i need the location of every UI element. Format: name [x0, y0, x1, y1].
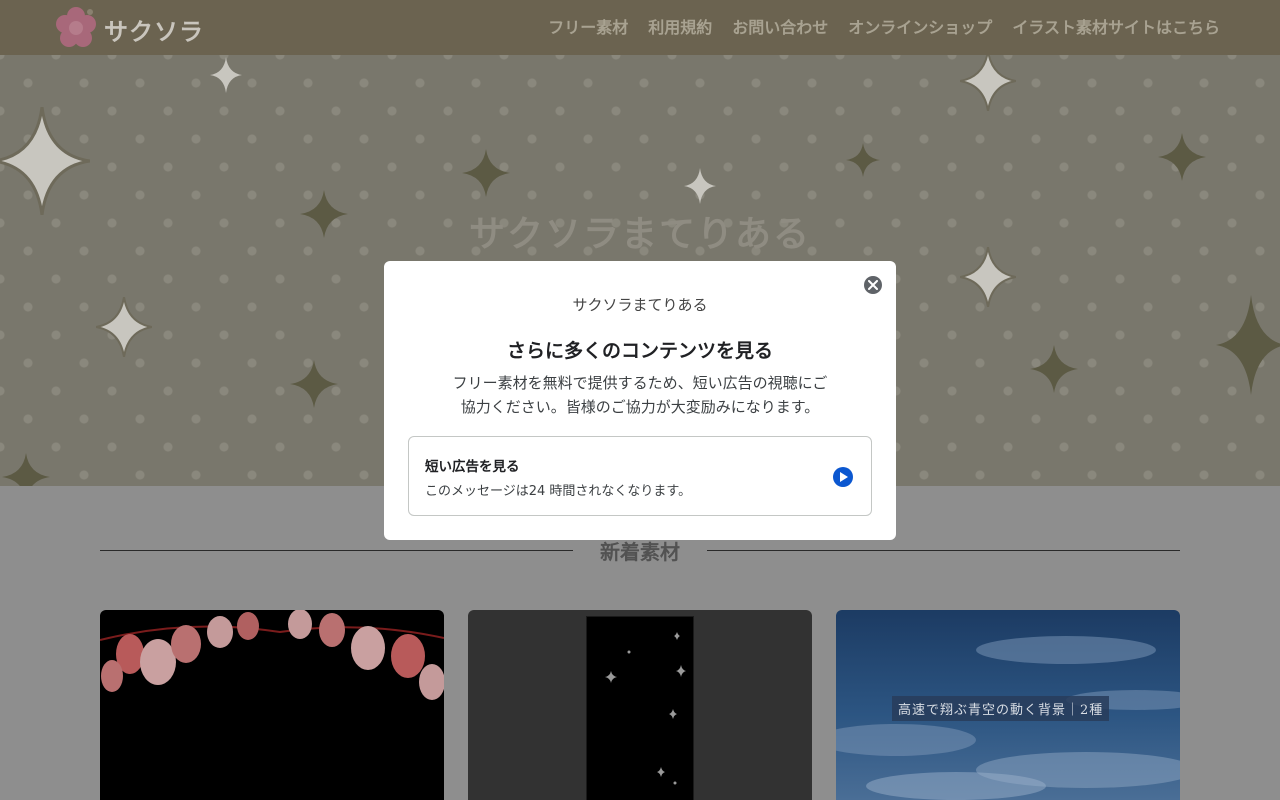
sparkle-icon — [462, 149, 510, 197]
site-logo[interactable]: サクソラ — [54, 6, 214, 50]
lantern-icon — [101, 610, 444, 700]
logo-text: サクソラ — [104, 18, 204, 46]
sparkle-icon — [210, 57, 242, 93]
material-card-blue-sky[interactable]: 高速で翔ぶ青空の動く背景｜2種 — [836, 610, 1180, 800]
dialog-description-line: フリー素材を無料で提供するため、短い広告の視聴にご — [452, 374, 828, 392]
close-button[interactable] — [864, 276, 882, 294]
nav-online-shop[interactable]: オンラインショップ — [848, 14, 992, 38]
dialog-title: さらに多くのコンテンツを見る — [506, 340, 773, 362]
site-header: サクソラ フリー素材 利用規約 お問い合わせ オンラインショップ イラスト素材サ… — [0, 0, 1280, 55]
sparkle-icon — [960, 55, 1016, 111]
sparkle-phone-image — [586, 616, 694, 800]
nav-illustration-site[interactable]: イラスト素材サイトはこちら — [1012, 14, 1220, 38]
sparkle-icon — [1158, 133, 1206, 181]
sparkle-icon — [96, 297, 152, 357]
sparkle-icon — [290, 360, 338, 408]
sparkle-icon — [1216, 295, 1280, 395]
play-icon — [833, 467, 853, 487]
sparkle-icon — [846, 143, 880, 177]
card-title-label: 高速で翔ぶ青空の動く背景｜2種 — [892, 696, 1110, 721]
sparkle-icon — [0, 107, 90, 215]
close-icon — [868, 280, 878, 290]
hero-title: サクソラまてりある — [468, 214, 811, 255]
nav-contact[interactable]: お問い合わせ — [732, 14, 828, 38]
dialog-description-line: 協力ください。皆様のご協力が大変励みになります。 — [460, 398, 820, 416]
sparkle-icon — [1030, 345, 1078, 393]
nav-free-materials[interactable]: フリー素材 — [548, 14, 628, 38]
sparkle-icon — [605, 632, 686, 785]
section-title: 新着素材 — [600, 540, 680, 564]
watch-ad-option[interactable]: 短い広告を見る このメッセージは24 時間されなくなります。 — [408, 436, 872, 516]
dialog-site-name: サクソラまてりある — [572, 296, 708, 314]
dialog-description: フリー素材を無料で提供するため、短い広告の視聴にご 協力ください。皆様のご協力が… — [434, 371, 846, 419]
section-heading: 新着素材 — [100, 536, 1180, 566]
ad-consent-dialog: サクソラまてりある さらに多くのコンテンツを見る フリー素材を無料で提供するため… — [384, 261, 896, 540]
lanterns-image — [100, 610, 444, 700]
nav-terms[interactable]: 利用規約 — [648, 14, 712, 38]
main-nav: フリー素材 利用規約 お問い合わせ オンラインショップ イラスト素材サイトはこち… — [548, 14, 1220, 38]
material-card-lanterns[interactable] — [100, 610, 444, 800]
material-card-sparkle-phone[interactable] — [468, 610, 812, 800]
sparkle-icon — [684, 168, 716, 204]
flower-logo-icon — [56, 7, 96, 47]
watch-ad-subtext: このメッセージは24 時間されなくなります。 — [425, 484, 692, 499]
sparkle-icon — [2, 453, 50, 486]
watch-ad-label: 短い広告を見る — [425, 459, 520, 475]
